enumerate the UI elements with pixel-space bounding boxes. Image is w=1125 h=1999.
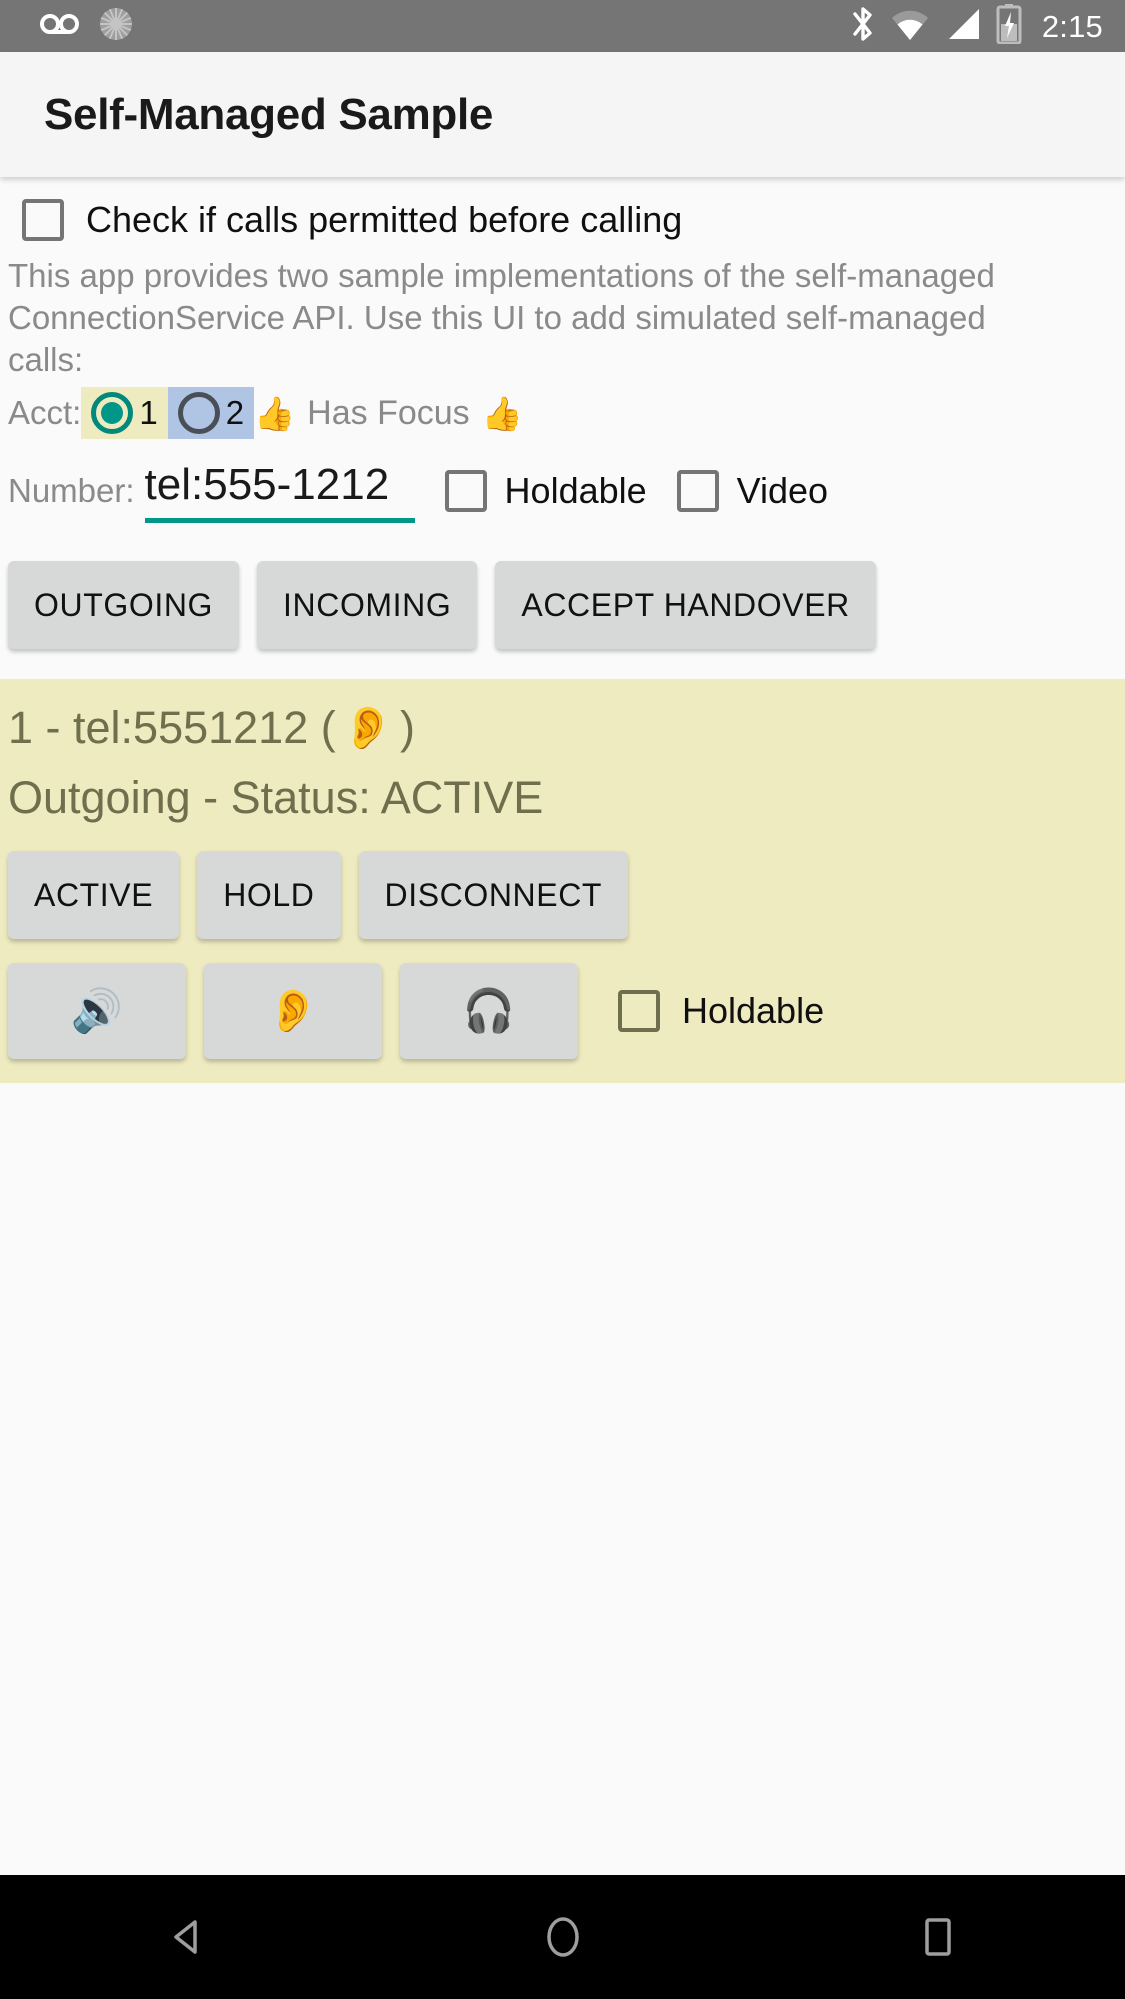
outgoing-button[interactable]: OUTGOING <box>8 561 240 649</box>
holdable-row[interactable]: Holdable <box>444 470 647 512</box>
recents-nav-button[interactable] <box>848 1875 1028 1999</box>
wifi-icon <box>890 7 930 46</box>
back-nav-button[interactable] <box>98 1875 278 1999</box>
app-bar: Self-Managed Sample <box>0 52 1125 177</box>
recents-square-icon <box>924 1918 951 1956</box>
check-calls-permitted-checkbox[interactable] <box>22 199 64 241</box>
call-disconnect-button[interactable]: DISCONNECT <box>358 851 629 939</box>
cell-signal-icon <box>944 7 982 46</box>
call-status-line: Outgoing - Status: ACTIVE <box>8 772 544 823</box>
ear-icon: 👂 <box>341 704 395 751</box>
number-entry-row: Number: Holdable Video <box>0 439 1125 525</box>
status-bar-right-icons: 2:15 <box>850 3 1103 49</box>
call-state-button-row: ACTIVE HOLD DISCONNECT <box>0 833 1125 939</box>
incoming-button[interactable]: INCOMING <box>257 561 478 649</box>
account-selector-row: Acct: 1 2 👍 Has Focus 👍 <box>0 381 1125 439</box>
action-button-row: OUTGOING INCOMING ACCEPT HANDOVER <box>0 525 1125 679</box>
call-active-button[interactable]: ACTIVE <box>8 851 180 939</box>
call-identity-line: 1 - tel:5551212 ( 👂 ) <box>0 693 1125 763</box>
empty-space <box>0 1083 1125 1875</box>
home-circle-icon <box>546 1917 579 1957</box>
status-bar-clock: 2:15 <box>1041 8 1103 44</box>
video-row[interactable]: Video <box>676 470 829 512</box>
status-bar-left-icons <box>40 4 136 49</box>
page-title: Self-Managed Sample <box>44 89 494 139</box>
thumbs-up-icon-left: 👍 <box>254 394 296 432</box>
account-radio-1-label: 1 <box>139 394 158 431</box>
main-content: Check if calls permitted before calling … <box>0 177 1125 1875</box>
audio-speaker-button[interactable]: 🔊 <box>8 963 186 1059</box>
navigation-bar <box>0 1875 1125 1999</box>
bluetooth-icon <box>850 5 876 48</box>
voicemail-icon <box>40 11 80 42</box>
holdable-checkbox[interactable] <box>444 470 487 512</box>
status-bar: 2:15 <box>0 0 1125 52</box>
call-card: 1 - tel:5551212 ( 👂 ) Outgoing - Status:… <box>0 679 1125 1083</box>
check-calls-permitted-label: Check if calls permitted before calling <box>86 199 683 240</box>
number-label: Number: <box>8 472 135 509</box>
call-identity-prefix: 1 - tel:5551212 ( <box>8 702 336 753</box>
account-radio-1-icon <box>91 392 134 434</box>
video-checkbox[interactable] <box>676 470 719 512</box>
account-radio-2[interactable]: 2 <box>167 387 255 439</box>
call-holdable-label: Holdable <box>682 990 825 1031</box>
account-label: Acct: <box>8 394 82 431</box>
audio-earpiece-button[interactable]: 👂 <box>204 963 382 1059</box>
audio-headset-button[interactable]: 🎧 <box>400 963 578 1059</box>
account-radio-1[interactable]: 1 <box>81 387 168 439</box>
call-holdable-checkbox[interactable] <box>618 990 660 1032</box>
account-radio-2-icon <box>177 392 220 434</box>
android-screen: 2:15 Self-Managed Sample Check if calls … <box>0 0 1125 1999</box>
check-calls-permitted-row[interactable]: Check if calls permitted before calling <box>0 177 1125 241</box>
video-label: Video <box>736 470 829 511</box>
sync-spinner-icon <box>96 4 136 49</box>
has-focus-label: Has Focus <box>307 393 470 432</box>
home-nav-button[interactable] <box>473 1875 653 1999</box>
description-text: This app provides two sample implementat… <box>8 257 995 378</box>
accept-handover-button[interactable]: ACCEPT HANDOVER <box>495 561 876 649</box>
call-audio-button-row: 🔊 👂 🎧 Holdable <box>0 939 1125 1059</box>
battery-charging-icon <box>996 3 1022 49</box>
holdable-label: Holdable <box>504 470 647 511</box>
account-radio-2-label: 2 <box>225 394 245 431</box>
account-radio-1-dot <box>101 402 124 424</box>
call-identity-suffix: ) <box>400 702 416 753</box>
call-hold-button[interactable]: HOLD <box>197 851 341 939</box>
thumbs-up-icon-right: 👍 <box>481 394 523 432</box>
back-triangle-icon <box>173 1920 197 1954</box>
number-input[interactable] <box>144 459 415 523</box>
call-holdable-row[interactable]: Holdable <box>618 990 824 1032</box>
